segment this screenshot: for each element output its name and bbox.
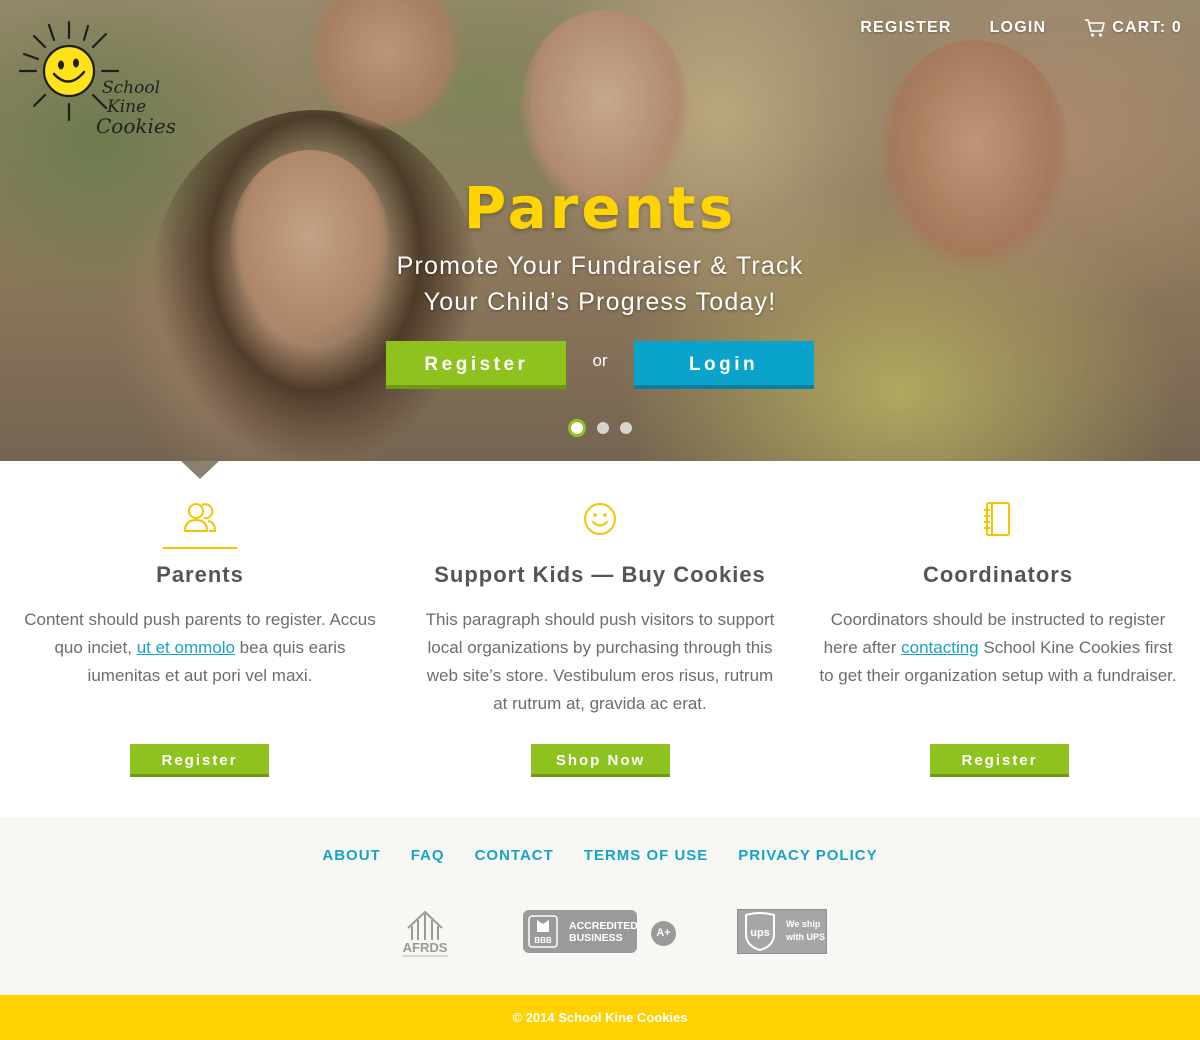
hero-register-button[interactable]: Register xyxy=(386,341,567,389)
bbb-text: ACCREDITED BUSINESS xyxy=(569,920,638,944)
hero-banner: School Kine Cookies REGISTER LOGIN CART:… xyxy=(0,0,1200,461)
hero-subtitle: Promote Your Fundraiser & Track Your Chi… xyxy=(300,248,900,320)
footer-link-about[interactable]: ABOUT xyxy=(322,847,380,864)
bbb-torch-icon: BBB xyxy=(528,915,558,948)
nav-login-link[interactable]: LOGIN xyxy=(990,19,1047,37)
cart-icon xyxy=(1085,19,1106,37)
feature-text: Content should push parents to register.… xyxy=(24,610,376,685)
hero-subtitle-line1: Promote Your Fundraiser & Track xyxy=(396,252,804,280)
logo-text-cookies: Cookies xyxy=(96,114,176,138)
feature-shop-now-button[interactable]: Shop Now xyxy=(531,744,670,777)
ups-badge[interactable]: ups We ship with UPS xyxy=(737,909,827,954)
carousel-dot-2[interactable] xyxy=(597,422,609,434)
hero-or-text: or xyxy=(592,351,608,370)
feature-text: This paragraph should push visitors to s… xyxy=(425,610,775,713)
feature-underline xyxy=(163,547,237,549)
notebook-icon xyxy=(984,502,1010,536)
ups-shield-icon: ups xyxy=(745,912,775,952)
hero-login-button[interactable]: Login xyxy=(633,341,814,389)
feature-register-button[interactable]: Register xyxy=(930,744,1069,777)
site-logo[interactable]: School Kine Cookies xyxy=(14,16,184,138)
svg-text:ups: ups xyxy=(750,927,770,939)
footer-navigation: ABOUT FAQ CONTACT TERMS OF USE PRIVACY P… xyxy=(0,847,1200,864)
carousel-dot-3[interactable] xyxy=(620,422,632,434)
footer-link-privacy[interactable]: PRIVACY POLICY xyxy=(738,847,877,864)
hero-actions: Register or Login xyxy=(0,341,1200,389)
hero-title: Parents xyxy=(463,174,737,242)
feature-title: Support Kids — Buy Cookies xyxy=(434,562,766,587)
logo-text-school: School xyxy=(102,78,161,98)
feature-title: Parents xyxy=(156,562,244,587)
nav-cart-link[interactable]: CART: 0 xyxy=(1084,18,1182,38)
bbb-accredited-badge[interactable]: BBB ACCREDITED BUSINESS xyxy=(523,910,638,953)
afrds-label: AFRDS xyxy=(403,940,448,955)
features-section: Parents Content should push parents to r… xyxy=(0,461,1200,817)
carousel-dots xyxy=(0,419,1200,437)
users-icon xyxy=(184,503,217,532)
feature-text: Coordinators should be instructed to reg… xyxy=(819,610,1177,685)
smiley-icon xyxy=(584,503,616,535)
feature-register-button[interactable]: Register xyxy=(130,744,269,777)
feature-title: Coordinators xyxy=(922,562,1074,587)
feature-inline-link[interactable]: contacting xyxy=(901,638,979,657)
carousel-dot-1[interactable] xyxy=(568,419,586,437)
nav-register-link[interactable]: REGISTER xyxy=(860,19,951,37)
footer-link-contact[interactable]: CONTACT xyxy=(475,847,554,864)
footer-link-faq[interactable]: FAQ xyxy=(411,847,445,864)
hero-subtitle-line2: Your Child’s Progress Today! xyxy=(423,288,777,316)
svg-text:BBB: BBB xyxy=(534,936,552,945)
footer-link-terms[interactable]: TERMS OF USE xyxy=(584,847,709,864)
footer: ABOUT FAQ CONTACT TERMS OF USE PRIVACY P… xyxy=(0,817,1200,995)
feature-inline-link[interactable]: ut et ommolo xyxy=(137,638,235,657)
top-navigation: REGISTER LOGIN CART: 0 xyxy=(822,18,1182,38)
bbb-rating-badge: A+ xyxy=(651,921,676,946)
afrds-logo-icon[interactable]: AFRDS xyxy=(396,906,454,960)
copyright-bar: © 2014 School Kine Cookies xyxy=(0,995,1200,1040)
cart-count-label: CART: 0 xyxy=(1112,19,1182,36)
ups-text: We ship with UPS xyxy=(786,919,826,942)
